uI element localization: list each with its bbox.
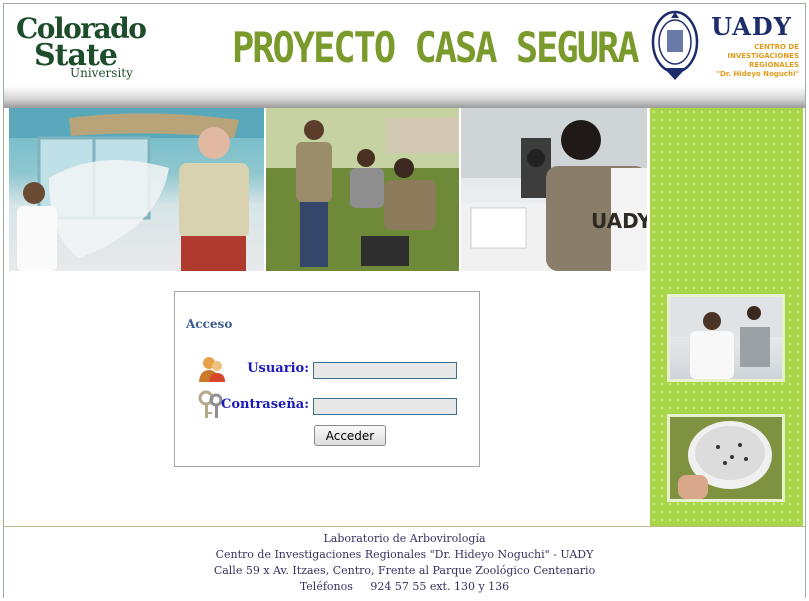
password-label: Contraseña: [220,397,309,412]
uady-line2: INVESTIGACIONES [727,52,799,60]
uady-line3: REGIONALES [748,61,799,69]
footer-line4: Teléfonos 924 57 55 ext. 130 y 136 [299,580,510,593]
uady-line1: CENTRO DE [754,43,799,51]
photo-lab-microscope: UADY [461,108,647,271]
footer: Laboratorio de Arbovirología Centro de I… [4,526,805,598]
header: Colorado State University PROYECTO CASA … [4,4,805,86]
thumbnail-mosquito-sample [667,414,785,502]
username-input[interactable] [313,362,457,379]
csu-logo: Colorado State University [14,10,164,84]
header-divider-bar [4,86,805,108]
footer-line3: Calle 59 x Av. Itzaes, Centro, Frente al… [213,564,596,577]
csu-logo-line3: University [70,66,133,80]
university-seal-icon [651,10,699,80]
uady-logo: UADY CENTRO DE INVESTIGACIONES REGIONALE… [704,12,799,82]
page-title: PROYECTO CASA SEGURA [232,24,640,73]
uady-name: UADY [711,12,792,41]
footer-line1: Laboratorio de Arbovirología [323,532,486,545]
submit-button[interactable]: Acceder [314,425,386,446]
photo-mosquito-net [9,108,264,271]
sidebar-decor [650,108,803,526]
uady-line4: "Dr. Hideyo Noguchi" [716,70,799,78]
page: Colorado State University PROYECTO CASA … [3,3,806,598]
username-label: Usuario: [247,361,309,376]
thumbnail-lab-worker [667,294,785,382]
svg-text:UADY: UADY [591,209,647,233]
footer-line2: Centro de Investigaciones Regionales "Dr… [215,548,594,561]
login-panel: Acceso Usuario: Contraseña: Acceder [174,291,480,467]
password-input[interactable] [313,398,457,415]
login-heading: Acceso [186,317,233,331]
photo-field-team [266,108,459,271]
